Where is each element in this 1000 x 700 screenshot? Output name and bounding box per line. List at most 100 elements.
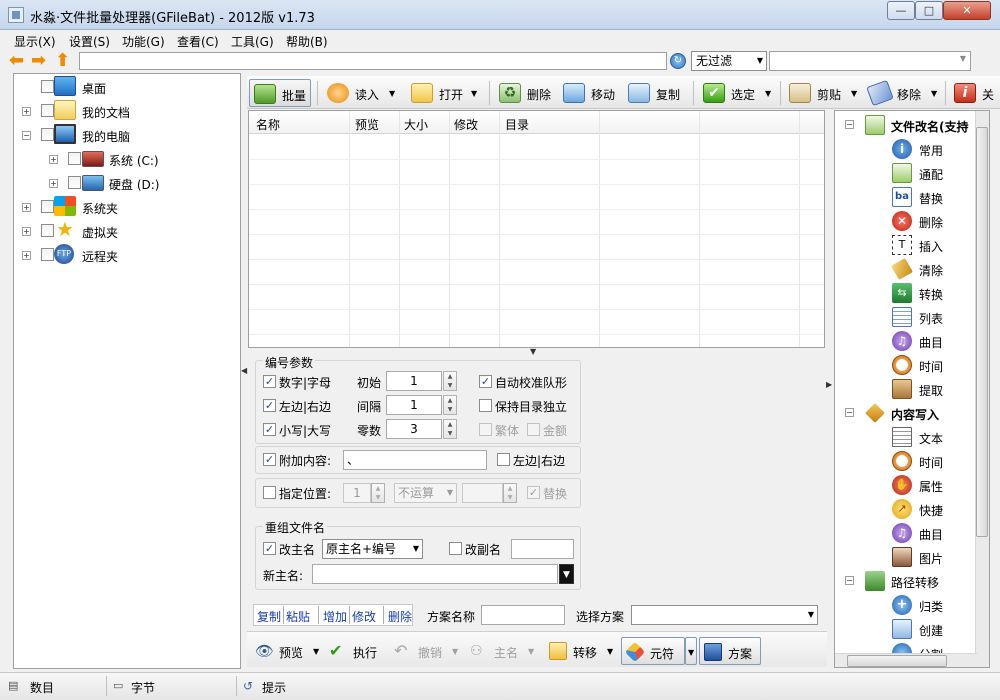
scheme-delete-link[interactable]: 删除 [388, 608, 412, 625]
func-item[interactable]: i 常用 [835, 137, 977, 161]
tree-checkbox[interactable] [41, 224, 54, 237]
func-item[interactable]: 图片 [835, 545, 977, 569]
step-input[interactable]: 1 [386, 395, 442, 415]
scheme-paste-link[interactable]: 粘贴 [286, 608, 310, 625]
digit-alpha-checkbox[interactable]: ✓ [263, 375, 276, 388]
collapse-left-icon[interactable]: ◀ [241, 366, 247, 375]
open-button[interactable]: 打开 ▼ [407, 79, 485, 107]
tree-item-drive-d[interactable]: + 硬盘 (D:) [14, 172, 234, 194]
expand-icon[interactable]: + [22, 227, 31, 236]
go-icon[interactable]: ↻ [670, 53, 686, 69]
horizontal-scrollbar[interactable] [835, 653, 977, 667]
keep-dir-checkbox[interactable] [479, 399, 492, 412]
forward-arrow-icon[interactable]: ➡ [31, 51, 46, 71]
maximize-button[interactable]: □ [915, 1, 943, 20]
select-button[interactable]: ✔ 选定 ▼ [699, 79, 777, 107]
lower-upper-checkbox[interactable]: ✓ [263, 423, 276, 436]
func-item[interactable]: ♫ 曲目 [835, 521, 977, 545]
tree-checkbox[interactable] [68, 152, 81, 165]
zeros-spinner[interactable]: ▲ ▼ [443, 419, 457, 439]
column-name[interactable]: 名称 [256, 116, 280, 133]
left-right-checkbox[interactable]: ✓ [263, 399, 276, 412]
position-spinner[interactable]: ▲ ▼ [371, 483, 385, 503]
position-input[interactable]: 1 [343, 483, 371, 503]
scrollbar-thumb[interactable] [847, 655, 947, 667]
operation-input[interactable] [462, 483, 503, 503]
tree-item-computer[interactable]: − 我的电脑 [14, 124, 234, 146]
func-item[interactable]: 提取 [835, 377, 977, 401]
tree-checkbox[interactable] [41, 248, 54, 261]
auto-align-checkbox[interactable]: ✓ [479, 375, 492, 388]
tree-checkbox[interactable] [41, 128, 54, 141]
menu-tools[interactable]: 工具(G) [231, 33, 274, 50]
batch-button[interactable]: 批量 [249, 79, 311, 107]
scheme-modify-link[interactable]: 修改 [352, 608, 376, 625]
tree-item-remote-folder[interactable]: + FTP 远程夹 [14, 244, 234, 266]
func-item[interactable]: ♫ 曲目 [835, 329, 977, 353]
func-item[interactable]: 文本 [835, 425, 977, 449]
function-tree[interactable]: − 文件改名(支持 i 常用 通配 ba 替换 ✕ 删除 T 插入 清除 ⇆ 转… [834, 110, 990, 668]
menu-help[interactable]: 帮助(B) [286, 33, 328, 50]
menu-display[interactable]: 显示(X) [14, 33, 56, 50]
scheme-button[interactable]: 方案 [699, 637, 761, 665]
close-list-button[interactable]: i 关 [950, 79, 1000, 107]
main-name-select[interactable]: 原主名+编号 ▼ [322, 539, 423, 559]
expand-icon[interactable]: + [49, 179, 58, 188]
tree-item-desktop[interactable]: 桌面 [14, 76, 234, 98]
func-item[interactable]: ✕ 删除 [835, 209, 977, 233]
operation-spinner[interactable]: ▲ ▼ [503, 483, 517, 503]
step-spinner[interactable]: ▲ ▼ [443, 395, 457, 415]
minimize-button[interactable]: — [887, 1, 915, 20]
func-item[interactable]: ↗ 快捷 [835, 497, 977, 521]
column-directory[interactable]: 目录 [505, 116, 529, 133]
func-item[interactable]: ✋ 属性 [835, 473, 977, 497]
ext-name-input[interactable] [511, 539, 574, 559]
collapse-down-icon[interactable]: ▼ [530, 347, 536, 356]
menu-settings[interactable]: 设置(S) [69, 33, 110, 50]
chevron-down-icon[interactable]: ▼ [931, 89, 937, 98]
scheme-select[interactable]: ▼ [631, 605, 818, 625]
undo-button[interactable]: ↶ 撤销 ▼ [390, 637, 462, 665]
expand-icon[interactable]: + [22, 251, 31, 260]
zeros-input[interactable]: 3 [386, 419, 442, 439]
func-item[interactable]: T 插入 [835, 233, 977, 257]
chevron-down-icon[interactable]: ▼ [765, 89, 771, 98]
expand-icon[interactable]: + [22, 107, 31, 116]
transfer-button[interactable]: 转移 ▼ [545, 637, 617, 665]
up-arrow-icon[interactable]: ⬆ [55, 51, 70, 71]
back-arrow-icon[interactable]: ⬅ [9, 51, 24, 71]
main-name-button[interactable]: ⚇ 主名 ▼ [466, 637, 540, 665]
filter-input[interactable]: ▼ [769, 51, 971, 71]
chevron-down-icon[interactable]: ▼ [607, 647, 613, 656]
column-preview[interactable]: 预览 [355, 116, 379, 133]
append-side-checkbox[interactable] [497, 453, 510, 466]
filter-select[interactable]: 无过滤 ▼ [691, 51, 767, 71]
append-checkbox[interactable]: ✓ [263, 453, 276, 466]
expand-icon[interactable]: + [49, 155, 58, 164]
tree-item-drive-c[interactable]: + 系统 (C:) [14, 148, 234, 170]
start-input[interactable]: 1 [386, 371, 442, 391]
tree-item-virtual-folder[interactable]: + ★ 虚拟夹 [14, 218, 234, 242]
path-input[interactable] [79, 52, 667, 70]
chevron-down-icon[interactable]: ▼ [471, 89, 477, 98]
traditional-checkbox[interactable] [479, 423, 492, 436]
chevron-down-icon[interactable]: ▼ [851, 89, 857, 98]
scheme-name-input[interactable] [481, 605, 565, 625]
yuan-fu-button[interactable]: 元符 [621, 637, 685, 665]
collapse-icon[interactable]: − [845, 408, 854, 417]
replace-checkbox[interactable]: ✓ [527, 486, 540, 499]
tree-checkbox[interactable] [41, 104, 54, 117]
move-button[interactable]: 移动 [559, 79, 623, 107]
collapse-icon[interactable]: − [845, 120, 854, 129]
cut-button[interactable]: 剪贴 ▼ [785, 79, 863, 107]
operation-select[interactable]: 不运算 ▼ [394, 483, 457, 503]
collapse-icon[interactable]: − [845, 576, 854, 585]
group-path-transfer[interactable]: − 路径转移 [835, 569, 977, 593]
column-modified[interactable]: 修改 [454, 116, 478, 133]
remove-button[interactable]: 移除 ▼ [865, 79, 943, 107]
func-item[interactable]: 创建 [835, 617, 977, 641]
execute-button[interactable]: ✔ 执行 [325, 637, 387, 665]
tree-checkbox[interactable] [41, 200, 54, 213]
amount-checkbox[interactable] [527, 423, 540, 436]
func-item[interactable]: 列表 [835, 305, 977, 329]
